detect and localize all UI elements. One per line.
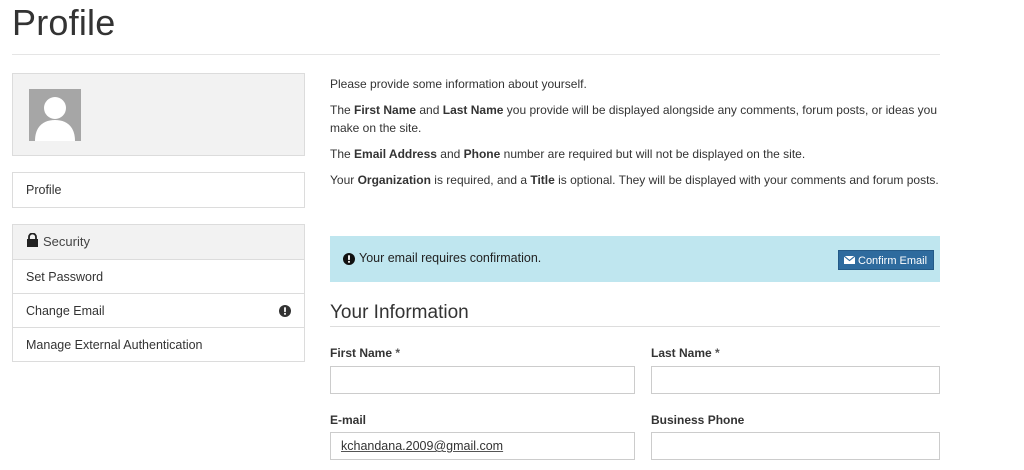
- title-divider: [12, 54, 940, 55]
- alert-message: Your email requires confirmation.: [359, 251, 542, 265]
- exclamation-circle-icon: [279, 305, 291, 317]
- security-header: Security: [13, 225, 304, 259]
- intro-text: Please provide some information about yo…: [330, 75, 940, 197]
- sidebar-item-label: Manage External Authentication: [26, 338, 203, 352]
- business-phone-field[interactable]: [651, 432, 940, 460]
- sidebar-item-set-password[interactable]: Set Password: [13, 259, 304, 293]
- first-name-label: First Name *: [330, 346, 401, 360]
- section-title: Your Information: [330, 302, 469, 323]
- last-name-label: Last Name *: [651, 346, 720, 360]
- intro-line-2: The First Name and Last Name you provide…: [330, 103, 938, 135]
- profile-nav: Profile: [12, 172, 305, 208]
- intro-line-1: Please provide some information about yo…: [330, 77, 587, 91]
- lock-icon: [27, 233, 38, 247]
- exclamation-circle-icon: [343, 253, 355, 265]
- security-nav: Security Set Password Change Email Manag…: [12, 224, 305, 362]
- intro-line-4: Your Organization is required, and a Tit…: [330, 173, 939, 187]
- avatar-panel: [12, 73, 305, 156]
- email-label: E-mail: [330, 413, 367, 427]
- sidebar-item-profile[interactable]: Profile: [13, 173, 304, 207]
- last-name-field[interactable]: [651, 366, 940, 394]
- confirm-email-label: Confirm Email: [858, 255, 928, 267]
- sidebar-item-label: Change Email: [26, 304, 105, 318]
- email-confirmation-alert: Your email requires confirmation. Confir…: [330, 236, 940, 282]
- first-name-field[interactable]: [330, 366, 635, 394]
- page-title: Profile: [12, 2, 116, 43]
- security-header-label: Security: [43, 234, 90, 249]
- avatar[interactable]: [29, 89, 81, 141]
- email-field[interactable]: [330, 432, 635, 460]
- user-silhouette-icon: [29, 89, 81, 141]
- section-divider: [330, 326, 940, 327]
- sidebar-item-manage-external-auth[interactable]: Manage External Authentication: [13, 327, 304, 361]
- sidebar-item-label: Set Password: [26, 270, 104, 284]
- sidebar-item-change-email[interactable]: Change Email: [13, 293, 304, 327]
- confirm-email-button[interactable]: Confirm Email: [838, 250, 935, 270]
- intro-line-3: The Email Address and Phone number are r…: [330, 147, 806, 161]
- business-phone-label: Business Phone: [651, 413, 745, 427]
- envelope-icon: [844, 256, 855, 264]
